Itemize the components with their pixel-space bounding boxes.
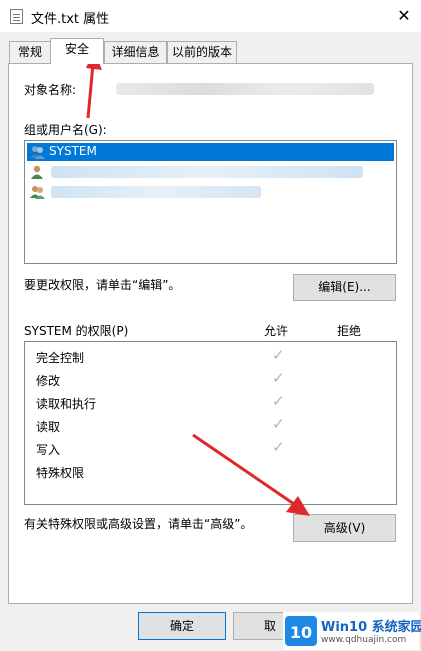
edit-button[interactable]: 编辑(E)...	[293, 274, 396, 301]
advanced-button[interactable]: 高级(V)	[293, 514, 396, 542]
document-icon	[10, 9, 23, 24]
edit-hint: 要更改权限，请单击“编辑”。	[24, 278, 181, 292]
group-user-label: 组或用户名(G):	[24, 123, 107, 137]
user-name: SYSTEM	[49, 144, 97, 158]
allow-check-icon: ✓	[272, 392, 285, 410]
advanced-hint: 有关特殊权限或高级设置，请单击“高级”。	[24, 517, 253, 531]
list-item[interactable]	[27, 163, 394, 181]
allow-check-icon: ✓	[272, 415, 285, 433]
window-title: 文件.txt 属性	[31, 12, 110, 27]
object-name-label: 对象名称:	[24, 83, 77, 97]
user-group-icon	[30, 146, 45, 159]
redacted-user-name	[51, 186, 261, 198]
permission-name: 读取	[36, 420, 61, 434]
permission-name: 完全控制	[36, 351, 85, 365]
watermark-brand: Win10 系统家园	[321, 620, 421, 635]
allow-check-icon: ✓	[272, 438, 285, 456]
permission-name: 特殊权限	[36, 466, 85, 480]
title-bar: 文件.txt 属性 ✕	[0, 0, 421, 32]
user-list[interactable]: SYSTEM	[24, 140, 397, 264]
ok-button[interactable]: 确定	[138, 612, 226, 640]
user-group-icon	[30, 186, 45, 199]
tab-details[interactable]: 详细信息	[104, 41, 167, 63]
deny-header: 拒绝	[337, 324, 362, 338]
allow-check-icon: ✓	[272, 369, 285, 387]
windows-logo-icon: 10	[285, 616, 317, 646]
permission-name: 修改	[36, 374, 61, 388]
redacted-user-name	[51, 166, 363, 178]
allow-check-icon: ✓	[272, 346, 285, 364]
tab-general[interactable]: 常规	[9, 41, 51, 63]
close-button[interactable]: ✕	[392, 4, 416, 28]
watermark-url: www.qdhuajin.com	[321, 635, 407, 645]
tab-security[interactable]: 安全	[50, 38, 104, 64]
permissions-header: SYSTEM 的权限(P)	[24, 324, 129, 338]
list-item[interactable]	[27, 183, 394, 201]
user-icon	[31, 165, 43, 179]
list-item[interactable]: SYSTEM	[27, 143, 394, 161]
tab-previous-versions[interactable]: 以前的版本	[167, 41, 237, 63]
object-name-value	[116, 83, 374, 95]
svg-text:10: 10	[290, 623, 312, 642]
watermark-logo: 10 Win10 系统家园 www.qdhuajin.com	[283, 612, 421, 650]
permission-name: 写入	[36, 443, 61, 457]
permission-name: 读取和执行	[36, 397, 97, 411]
allow-header: 允许	[264, 324, 289, 338]
